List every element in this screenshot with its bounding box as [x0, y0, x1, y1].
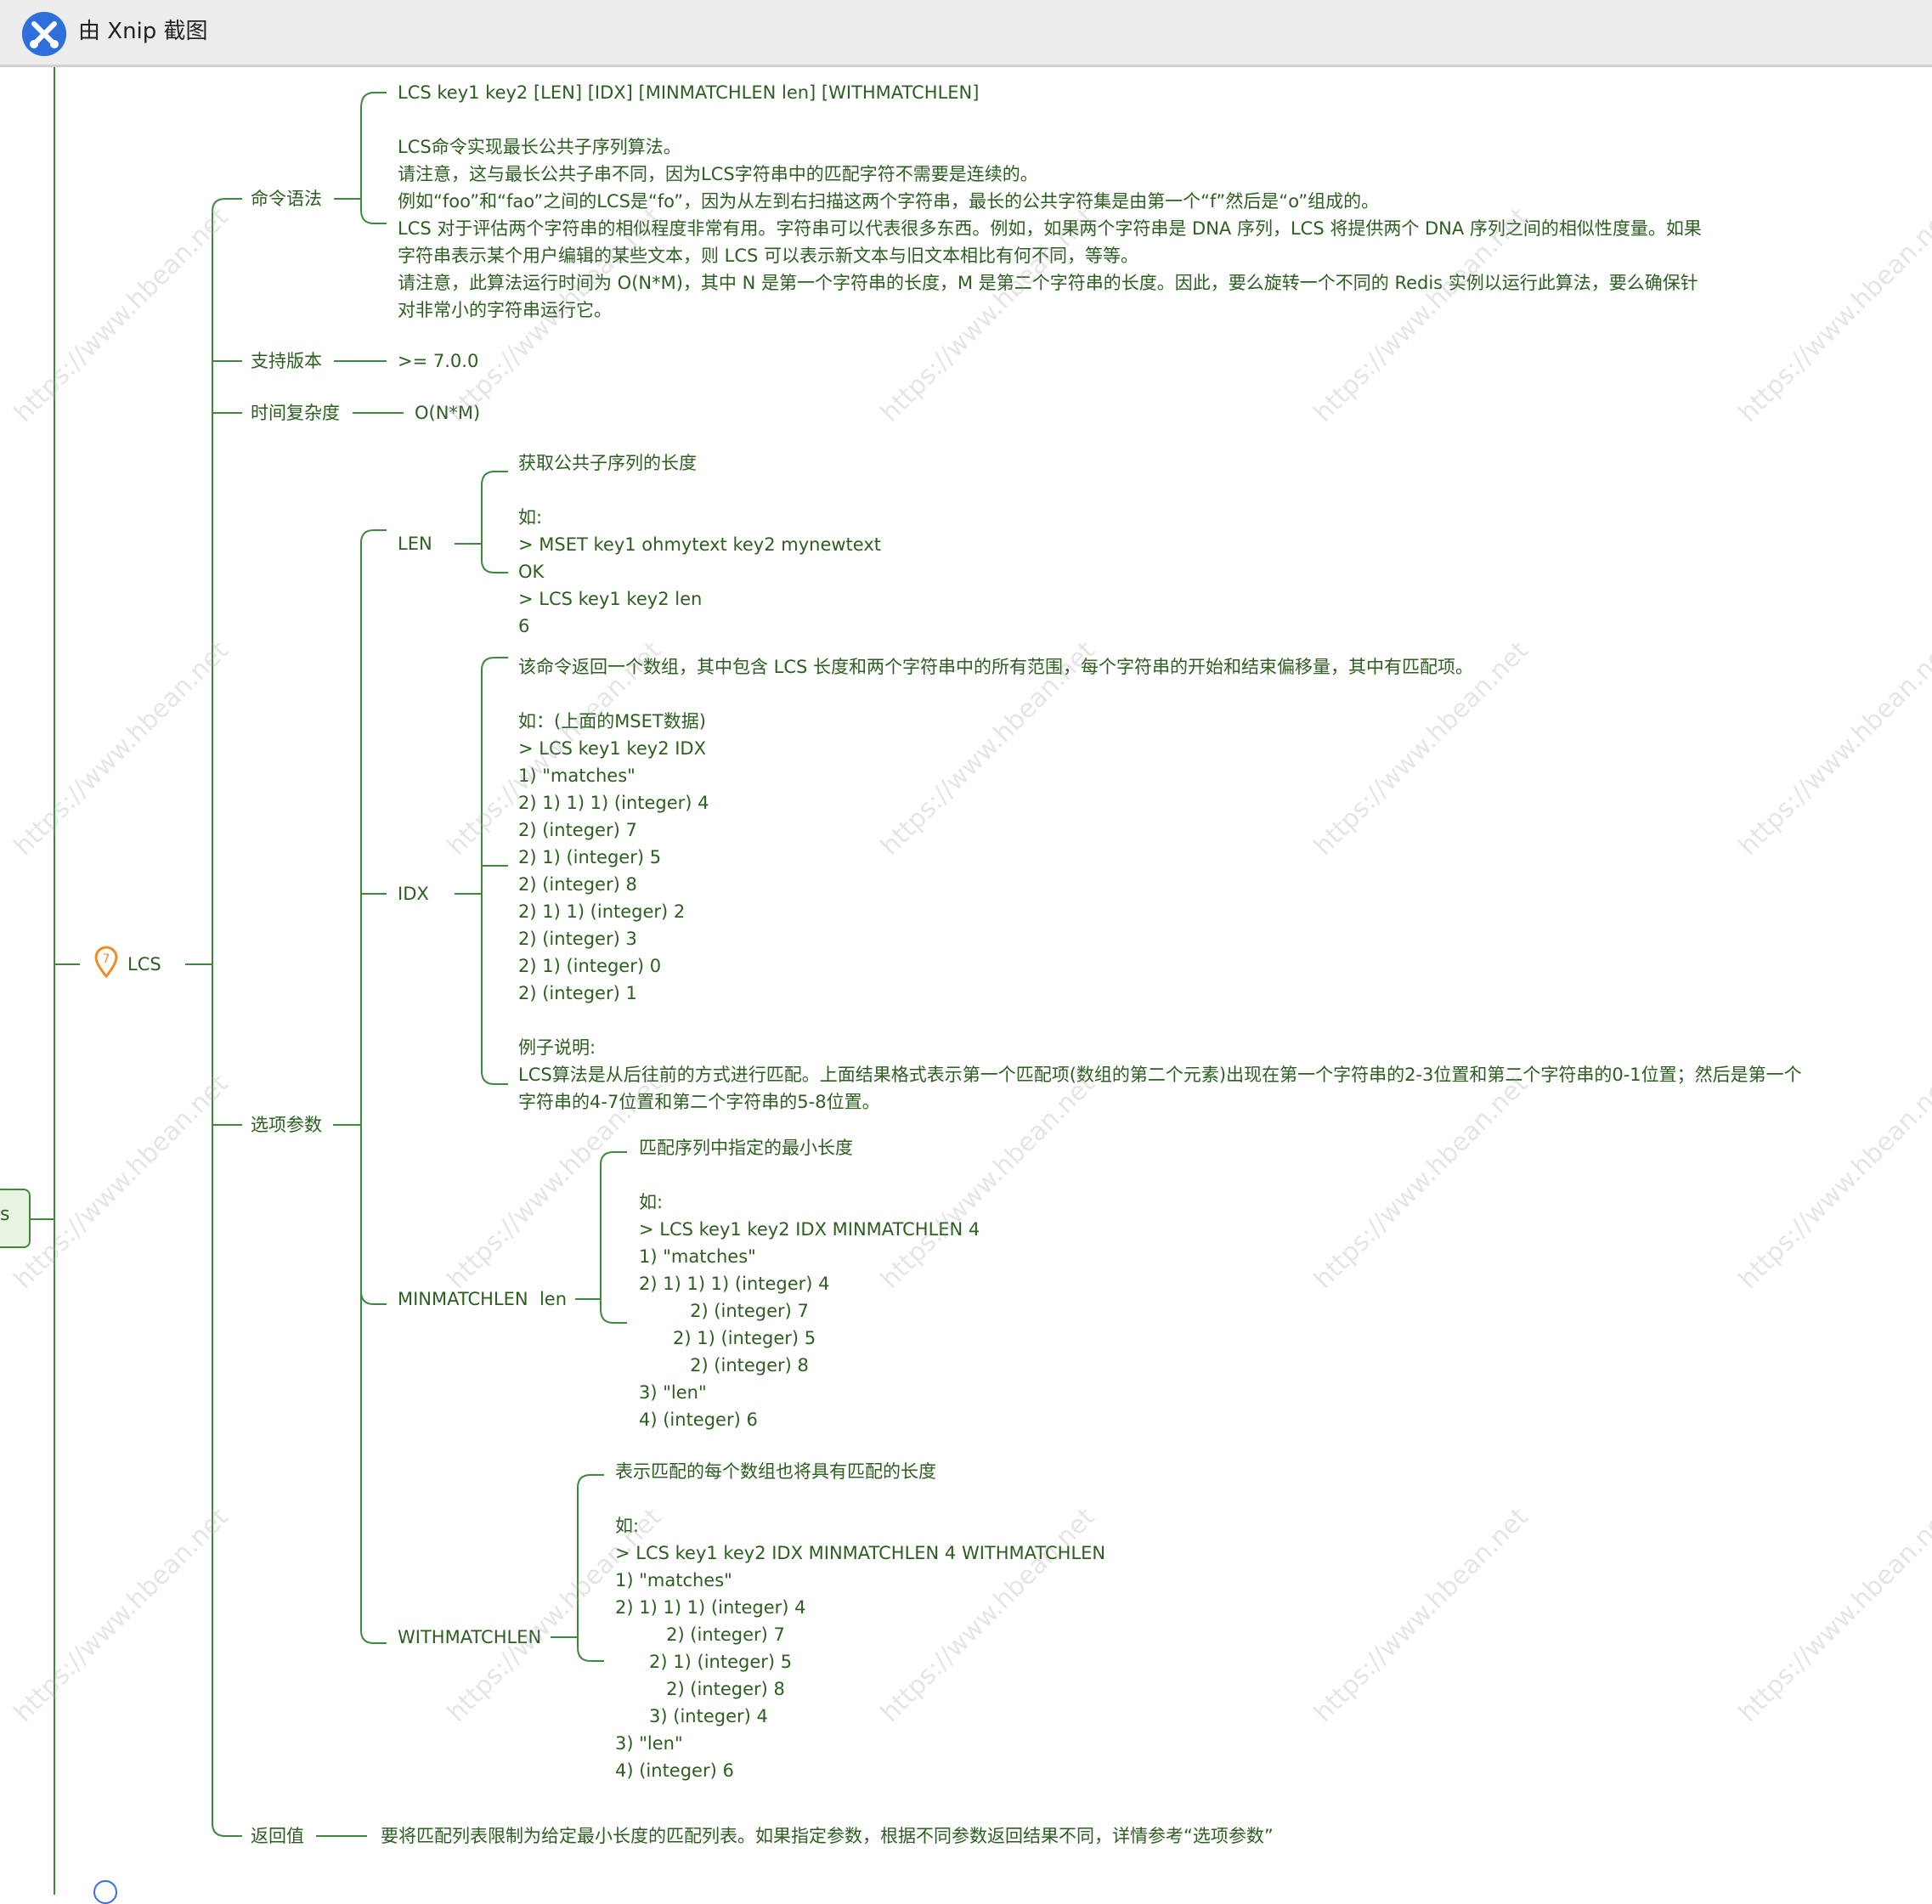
- text-line: 获取公共子序列的长度: [518, 453, 697, 473]
- text-line: 例如“foo”和“fao”之间的LCS是“fo”，因为从左到右扫描这两个字符串，…: [398, 191, 1380, 212]
- complexity-node[interactable]: 时间复杂度: [251, 399, 340, 427]
- text-line: [615, 1485, 1105, 1512]
- text-line: 1) "matches": [518, 766, 636, 786]
- text-line: 2) (integer) 3: [518, 929, 637, 949]
- text-line: 2) (integer) 7: [615, 1624, 785, 1645]
- text-line: 4) (integer) 6: [615, 1760, 734, 1781]
- text-line: OK: [518, 562, 545, 582]
- text-line: 例子说明:: [518, 1037, 596, 1058]
- text-line: 请注意，此算法运行时间为 O(N*M)，其中 N 是第一个字符串的长度，M 是第…: [398, 273, 1698, 320]
- option-withmatchlen-text: 表示匹配的每个数组也将具有匹配的长度 如: > LCS key1 key2 IDX…: [615, 1458, 1105, 1784]
- text-line: 3) "len": [615, 1733, 683, 1754]
- text-line: LCS 对于评估两个字符串的相似程度非常有用。字符串可以代表很多东西。例如，如果…: [398, 218, 1702, 266]
- text-line: 匹配序列中指定的最小长度: [639, 1138, 853, 1158]
- text-line: [639, 1161, 980, 1189]
- text-line: 2) (integer) 7: [518, 820, 637, 840]
- text-line: > LCS key1 key2 IDX MINMATCHLEN 4: [639, 1219, 980, 1240]
- window-titlebar: 由 Xnip 截图: [0, 0, 1932, 67]
- priority-7-marker-icon: 7: [94, 946, 118, 978]
- syntax-text: LCS key1 key2 [LEN] [IDX] [MINMATCHLEN l…: [398, 79, 1706, 324]
- text-line: 如:: [615, 1516, 640, 1536]
- returns-value: 要将匹配列表限制为给定最小长度的匹配列表。如果指定参数，根据不同参数返回结果不同…: [381, 1826, 1274, 1846]
- text-line: [398, 106, 1706, 133]
- text-line: 3) "len": [639, 1382, 707, 1403]
- text-line: LCS key1 key2 [LEN] [IDX] [MINMATCHLEN l…: [398, 82, 980, 103]
- text-line: [518, 477, 881, 504]
- text-line: > LCS key1 key2 len: [518, 589, 703, 609]
- returns-node[interactable]: 返回值: [251, 1822, 304, 1850]
- text-line: 3) (integer) 4: [615, 1706, 768, 1726]
- text-line: 2) (integer) 8: [518, 874, 637, 895]
- text-line: LCS算法是从后往前的方式进行匹配。上面结果格式表示第一个匹配项(数组的第二个元…: [518, 1065, 1802, 1112]
- text-line: LCS命令实现最长公共子序列算法。: [398, 137, 681, 157]
- text-line: 2) (integer) 8: [639, 1355, 809, 1376]
- text-line: 2) (integer) 8: [615, 1679, 785, 1699]
- text-line: 1) "matches": [615, 1570, 732, 1590]
- text-line: 2) 1) (integer) 5: [639, 1328, 816, 1348]
- priority-marker-number: 7: [103, 952, 110, 966]
- version-node[interactable]: 支持版本: [251, 347, 322, 375]
- xnip-logo-icon: [22, 12, 66, 56]
- text-line: 2) (integer) 1: [518, 983, 637, 1003]
- mind-map-canvas: s 7 LCS 命令语法 支持版本 时间复杂度 选项参数 返回值 LCS key…: [0, 67, 1932, 1904]
- option-idx-text: 该命令返回一个数组，其中包含 LCS 长度和两个字符串中的所有范围，每个字符串的…: [518, 653, 1810, 1116]
- text-line: 2) 1) (integer) 0: [518, 956, 662, 976]
- text-line: 2) 1) 1) 1) (integer) 4: [639, 1274, 830, 1294]
- options-node[interactable]: 选项参数: [251, 1111, 322, 1138]
- text-line: 2) 1) (integer) 5: [615, 1652, 793, 1672]
- text-line: 表示匹配的每个数组也将具有匹配的长度: [615, 1461, 936, 1482]
- text-line: 该命令返回一个数组，其中包含 LCS 长度和两个字符串中的所有范围，每个字符串的…: [518, 657, 1474, 677]
- version-value: >= 7.0.0: [398, 351, 479, 371]
- text-line: 请注意，这与最长公共子串不同，因为LCS字符串中的匹配字符不需要是连续的。: [398, 164, 1038, 184]
- text-line: 6: [518, 616, 530, 636]
- text-line: 2) (integer) 7: [639, 1301, 809, 1321]
- text-line: 2) 1) 1) (integer) 2: [518, 901, 686, 922]
- window-title: 由 Xnip 截图: [78, 19, 208, 44]
- complexity-value: O(N*M): [415, 403, 481, 423]
- text-line: 2) 1) 1) 1) (integer) 4: [615, 1597, 806, 1618]
- text-line: 如：(上面的MSET数据): [518, 711, 706, 732]
- text-line: 2) 1) (integer) 5: [518, 847, 662, 867]
- option-withmatchlen-node[interactable]: WITHMATCHLEN: [398, 1624, 541, 1651]
- option-len-text: 获取公共子序列的长度 如: > MSET key1 ohmytext key2 m…: [518, 449, 881, 640]
- text-line: 1) "matches": [639, 1246, 756, 1267]
- text-line: [518, 1007, 1810, 1034]
- option-minmatchlen-text: 匹配序列中指定的最小长度 如: > LCS key1 key2 IDX MINMA…: [639, 1134, 980, 1433]
- option-idx-node[interactable]: IDX: [398, 880, 429, 907]
- root-node-label: s: [0, 1204, 10, 1225]
- option-minmatchlen-node[interactable]: MINMATCHLEN len: [398, 1285, 567, 1313]
- text-line: > LCS key1 key2 IDX: [518, 738, 706, 759]
- text-line: 如:: [518, 507, 543, 528]
- option-len-node[interactable]: LEN: [398, 530, 432, 557]
- text-line: 如:: [639, 1192, 664, 1212]
- text-line: 4) (integer) 6: [639, 1410, 758, 1430]
- text-line: [518, 681, 1810, 708]
- syntax-node[interactable]: 命令语法: [251, 185, 322, 212]
- next-node-marker-icon: [93, 1880, 117, 1904]
- lcs-node[interactable]: LCS: [127, 951, 161, 978]
- text-line: 2) 1) 1) 1) (integer) 4: [518, 793, 709, 813]
- text-line: > MSET key1 ohmytext key2 mynewtext: [518, 534, 881, 555]
- text-line: > LCS key1 key2 IDX MINMATCHLEN 4 WITHMA…: [615, 1543, 1106, 1563]
